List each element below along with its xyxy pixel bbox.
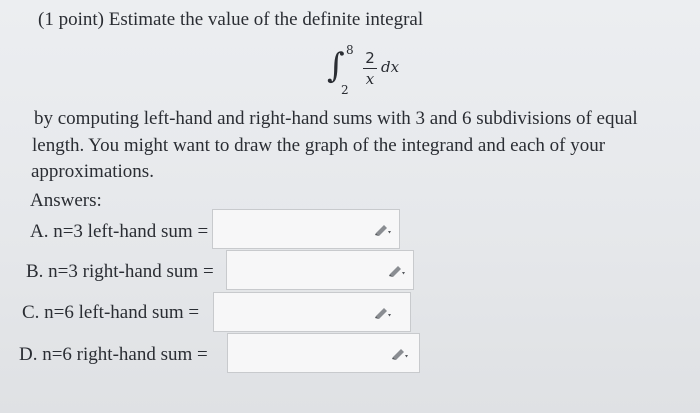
fraction-bar — [363, 68, 377, 69]
answer-b-label: B. n=3 right-hand sum = — [26, 261, 214, 282]
integral-lower-limit: 2 — [341, 83, 349, 97]
definite-integral: ∫ 8 2 2 x dx — [325, 42, 425, 102]
integrand-denominator: x — [365, 70, 375, 88]
answer-c-label: C. n=6 left-hand sum = — [22, 302, 200, 323]
pencil-icon[interactable] — [374, 222, 392, 236]
integral-upper-limit: 8 — [346, 43, 354, 57]
answer-a-input[interactable] — [212, 209, 400, 249]
integrand-numerator: 2 — [365, 49, 375, 67]
integral-sign-icon: ∫ — [327, 46, 345, 86]
answer-d-label: D. n=6 right-hand sum = — [19, 344, 208, 365]
answer-a-label: A. n=3 left-hand sum = — [30, 221, 209, 242]
answer-b-input[interactable] — [226, 250, 414, 290]
problem-line-1: by computing left-hand and right-hand su… — [34, 108, 638, 129]
integrand-fraction: 2 x — [363, 50, 377, 88]
integral-differential: dx — [381, 58, 400, 76]
pencil-icon[interactable] — [388, 263, 406, 277]
pencil-icon[interactable] — [374, 305, 392, 319]
pencil-icon[interactable] — [391, 346, 409, 360]
problem-intro: (1 point) Estimate the value of the defi… — [38, 9, 424, 30]
problem-line-3: approximations. — [31, 161, 154, 182]
answers-heading: Answers: — [30, 190, 102, 211]
problem-line-2: length. You might want to draw the graph… — [32, 135, 606, 156]
